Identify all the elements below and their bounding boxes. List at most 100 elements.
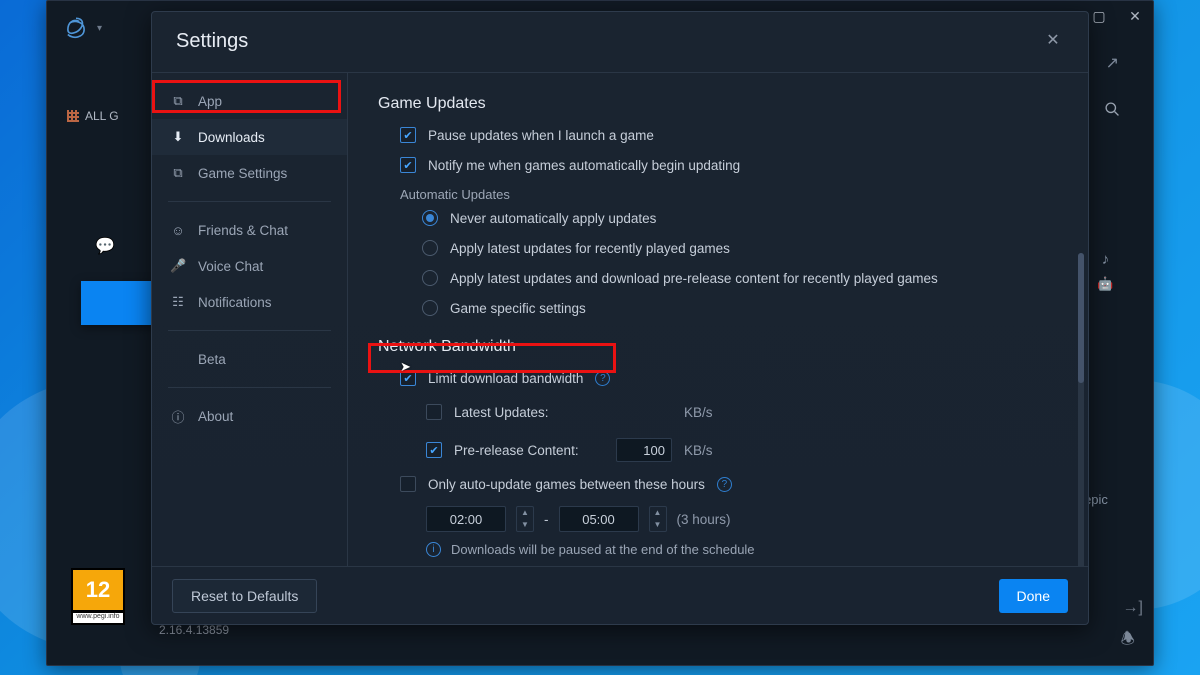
sidebar-separator [168, 201, 331, 202]
popout-icon[interactable]: ↗ [1106, 53, 1119, 73]
section-network-bandwidth: Network Bandwidth [378, 338, 1058, 356]
mic-icon: 🎤 [170, 258, 186, 274]
radio-unchecked-icon[interactable] [422, 300, 438, 316]
prerelease-input[interactable] [616, 438, 672, 462]
checkbox-row-notify-updates[interactable]: ✔ Notify me when games automatically beg… [400, 157, 1058, 173]
checkbox-row-limit-bandwidth[interactable]: ✔ Limit download bandwidth ? [400, 370, 1058, 386]
settings-dialog: Settings ✕ ⧉ App ⬇ Downloads ⧉ Game Sett… [151, 11, 1089, 625]
window-close-button[interactable]: ✕ [1117, 1, 1153, 31]
reset-defaults-button[interactable]: Reset to Defaults [172, 579, 317, 613]
chat-bubble-icon[interactable]: 💬 [95, 236, 115, 256]
settings-sidebar: ⧉ App ⬇ Downloads ⧉ Game Settings ☺ Frie… [152, 73, 348, 566]
version-label: 2.16.4.13859 [159, 623, 229, 637]
chevron-down-icon: ▾ [97, 23, 102, 34]
sidebar-item-label: Notifications [198, 295, 272, 310]
sidebar-item-label: Beta [198, 352, 226, 367]
paused-note-text: Downloads will be paused at the end of t… [451, 542, 755, 557]
prerelease-label: Pre-release Content: [454, 443, 604, 458]
radio-row-latest-recent[interactable]: Apply latest updates for recently played… [422, 240, 1058, 256]
time-from-stepper[interactable]: ▲▼ [516, 506, 534, 532]
only-hours-label: Only auto-update games between these hou… [428, 477, 705, 492]
search-icon[interactable] [1104, 101, 1121, 123]
login-arrow-icon[interactable]: →] [1123, 599, 1143, 617]
radio-label: Apply latest updates and download pre-re… [450, 271, 938, 286]
checkbox-row-only-hours[interactable]: Only auto-update games between these hou… [400, 476, 1058, 492]
sidebar-item-label: Voice Chat [198, 259, 263, 274]
notifications-icon: ☷ [170, 294, 186, 310]
radio-label: Never automatically apply updates [450, 211, 656, 226]
sidebar-separator [168, 387, 331, 388]
hours-duration-label: (3 hours) [677, 512, 731, 527]
sidebar-item-notifications[interactable]: ☷ Notifications [152, 284, 347, 320]
radio-unchecked-icon[interactable] [422, 270, 438, 286]
section-game-updates: Game Updates [378, 95, 1058, 113]
kbps-label: KB/s [684, 443, 713, 458]
settings-body: ⧉ App ⬇ Downloads ⧉ Game Settings ☺ Frie… [152, 72, 1088, 566]
notify-updates-label: Notify me when games automatically begin… [428, 158, 740, 173]
pegi-badge: 12 www.pegi.info [71, 568, 125, 625]
info-icon[interactable]: ? [595, 371, 610, 386]
bell-icon[interactable]: 🕭 [1121, 628, 1135, 655]
radio-row-never[interactable]: Never automatically apply updates [422, 210, 1058, 226]
radio-label: Game specific settings [450, 301, 586, 316]
radio-row-game-specific[interactable]: Game specific settings [422, 300, 1058, 316]
sidebar-item-label: Friends & Chat [198, 223, 288, 238]
sidebar-item-label: App [198, 94, 222, 109]
app-logo[interactable]: ▾ [63, 15, 102, 41]
sidebar-separator [168, 330, 331, 331]
time-to-input[interactable]: 05:00 [559, 506, 639, 532]
checkbox-row-prerelease-kb[interactable]: ✔ Pre-release Content: KB/s [426, 438, 1058, 462]
time-dash: - [544, 512, 549, 527]
sidebar-item-label: Game Settings [198, 166, 287, 181]
radio-unchecked-icon[interactable] [422, 240, 438, 256]
app-window: — ▢ ✕ ▾ ↗ ALL G 💬 ♪ 🤖 an epic →] 🕭 12 ww… [46, 0, 1154, 666]
auto-updates-heading: Automatic Updates [400, 187, 1058, 202]
settings-close-button[interactable]: ✕ [1042, 30, 1064, 52]
paused-note-row: i Downloads will be paused at the end of… [426, 542, 1058, 557]
sidebar-item-app[interactable]: ⧉ App [152, 83, 347, 119]
friends-icon: ☺ [170, 223, 186, 238]
checkbox-row-latest-updates-kb[interactable]: Latest Updates: KB/s [426, 400, 1058, 424]
app-icon: ⧉ [170, 93, 186, 109]
checkbox-checked-icon[interactable]: ✔ [426, 442, 442, 458]
settings-header: Settings ✕ [152, 12, 1088, 72]
settings-footer: Reset to Defaults Done [152, 566, 1088, 624]
checkbox-unchecked-icon[interactable] [426, 404, 442, 420]
done-button[interactable]: Done [999, 579, 1068, 613]
checkbox-row-pause-updates[interactable]: ✔ Pause updates when I launch a game [400, 127, 1058, 143]
kbps-label: KB/s [684, 405, 713, 420]
info-icon: i [426, 542, 441, 557]
sidebar-item-game-settings[interactable]: ⧉ Game Settings [152, 155, 347, 191]
info-icon: ⓘ [170, 407, 186, 426]
latest-updates-label: Latest Updates: [454, 405, 604, 420]
radio-label: Apply latest updates for recently played… [450, 241, 730, 256]
time-to-stepper[interactable]: ▲▼ [649, 506, 667, 532]
time-range-row: 02:00 ▲▼ - 05:00 ▲▼ (3 hours) [426, 506, 1058, 532]
radio-checked-icon[interactable] [422, 210, 438, 226]
sidebar-item-downloads[interactable]: ⬇ Downloads [152, 119, 347, 155]
all-games-nav[interactable]: ALL G [67, 101, 137, 131]
settings-content: Game Updates ✔ Pause updates when I laun… [348, 73, 1088, 566]
sidebar-item-friends-chat[interactable]: ☺ Friends & Chat [152, 212, 347, 248]
all-games-label: ALL G [85, 109, 119, 123]
sidebar-item-about[interactable]: ⓘ About [152, 398, 347, 434]
checkbox-checked-icon[interactable]: ✔ [400, 157, 416, 173]
pegi-rating: 12 [71, 568, 125, 612]
checkbox-checked-icon[interactable]: ✔ [400, 127, 416, 143]
content-scrollbar[interactable] [1078, 253, 1084, 566]
sidebar-item-label: About [198, 409, 233, 424]
sidebar-item-label: Downloads [198, 130, 265, 145]
sidebar-item-beta[interactable]: Beta [152, 341, 347, 377]
pause-updates-label: Pause updates when I launch a game [428, 128, 654, 143]
settings-icon: ⧉ [170, 165, 186, 181]
checkbox-unchecked-icon[interactable] [400, 476, 416, 492]
info-icon[interactable]: ? [717, 477, 732, 492]
checkbox-checked-icon[interactable]: ✔ [400, 370, 416, 386]
time-from-input[interactable]: 02:00 [426, 506, 506, 532]
pegi-site: www.pegi.info [71, 612, 125, 625]
sidebar-item-voice-chat[interactable]: 🎤 Voice Chat [152, 248, 347, 284]
battlenet-logo-icon [63, 15, 89, 41]
radio-row-prerelease-recent[interactable]: Apply latest updates and download pre-re… [422, 270, 1058, 286]
limit-bandwidth-label: Limit download bandwidth [428, 371, 583, 386]
settings-title: Settings [176, 30, 248, 72]
